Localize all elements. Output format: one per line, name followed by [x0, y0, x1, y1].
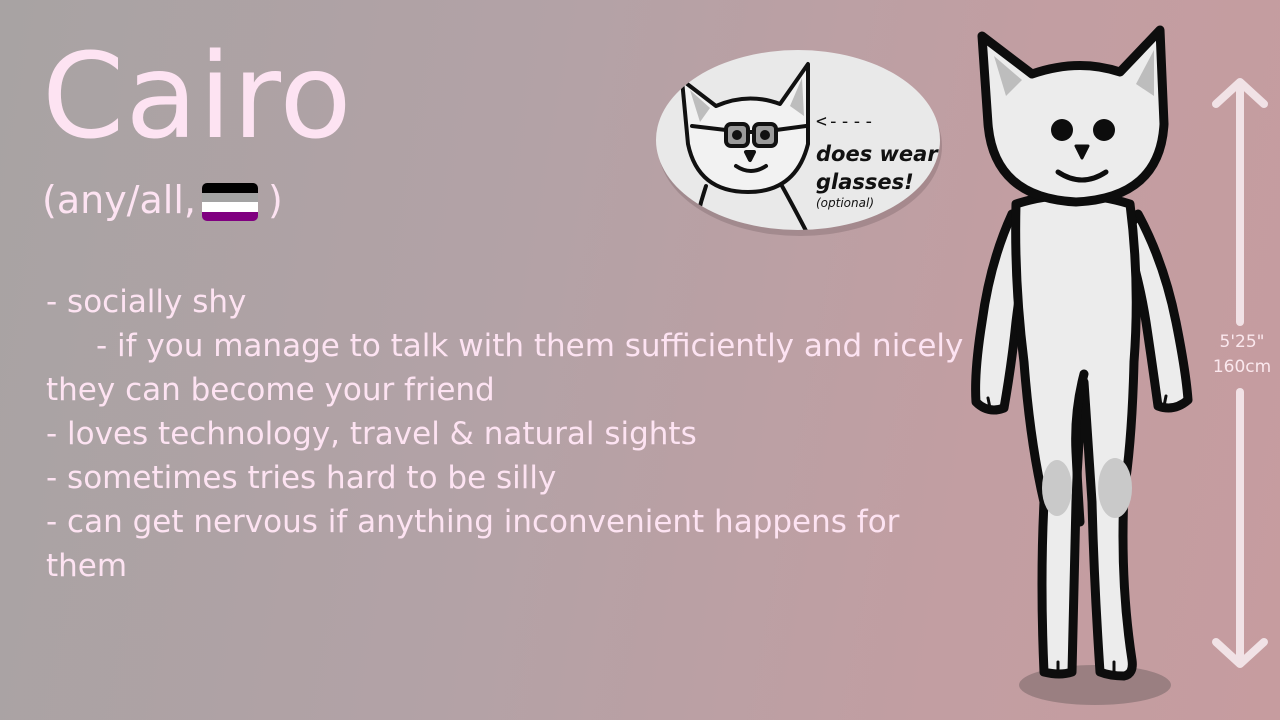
flag-stripe-4	[201, 211, 258, 221]
trait-item: - sometimes tries hard to be silly	[46, 460, 557, 496]
flag-stripe-3	[201, 202, 258, 212]
trait-item: - can get nervous if anything inconvenie…	[46, 504, 900, 584]
left-knee	[1042, 460, 1072, 516]
flag-stripe-1	[201, 183, 258, 193]
character-name: Cairo	[42, 27, 353, 165]
left-eye	[1051, 119, 1073, 141]
right-finger-line	[1162, 394, 1168, 408]
left-finger-line	[986, 396, 992, 410]
trait-item: - if you manage to talk with them suffic…	[46, 328, 964, 408]
asexual-flag-icon	[201, 183, 258, 221]
trait-item: - socially shy	[46, 284, 247, 320]
character-full-body-illustration	[971, 25, 1193, 705]
head	[977, 25, 1169, 207]
pronouns-line: (any/all, )	[42, 176, 283, 224]
callout-note: (optional)	[816, 196, 874, 210]
callout-arrow: <----	[816, 111, 876, 132]
right-eye	[1093, 119, 1115, 141]
trait-item: - loves technology, travel & natural sig…	[46, 416, 697, 452]
height-imperial: 5'25"	[1219, 332, 1265, 352]
flag-stripe-2	[201, 192, 258, 202]
callout-text: does wear glasses!	[816, 142, 938, 194]
pronouns-close: )	[267, 178, 283, 222]
trait-list: - socially shy - if you manage to talk w…	[46, 280, 986, 588]
height-metric: 160cm	[1212, 357, 1272, 377]
glasses-callout: <---- does wear glasses! (optional)	[656, 46, 944, 236]
pronouns-text: (any/all,	[42, 178, 196, 222]
height-label: 5'25" 160cm	[1207, 330, 1277, 380]
right-knee	[1098, 458, 1132, 518]
